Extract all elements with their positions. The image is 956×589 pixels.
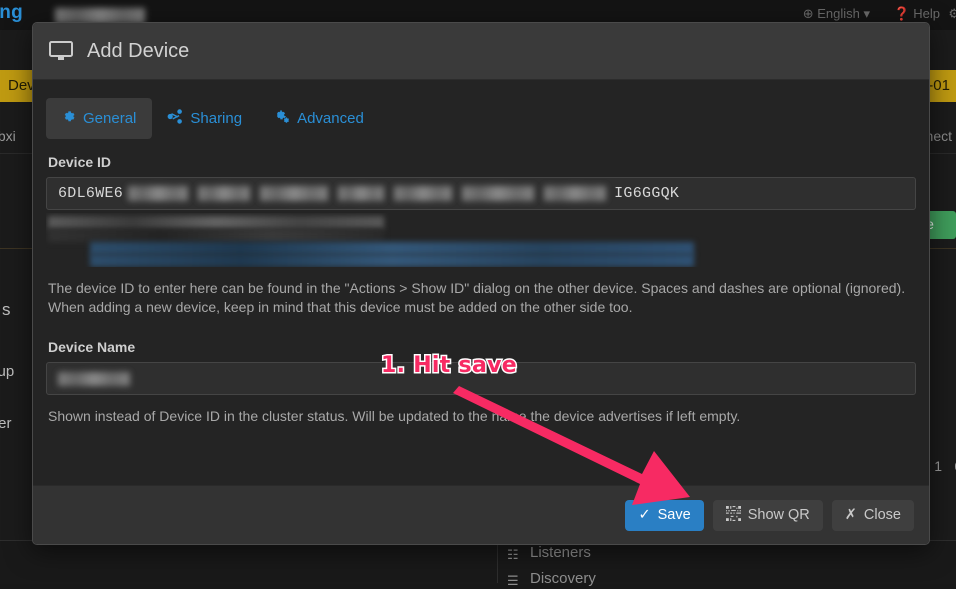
redacted-block — [58, 371, 130, 386]
device-id-value-end: IG6GGQK — [614, 185, 680, 202]
show-qr-button-label: Show QR — [747, 507, 810, 523]
listeners-icon: ☷ — [507, 547, 519, 562]
check-icon: ✓ — [638, 507, 651, 523]
bottom-status-panel — [0, 540, 956, 584]
app-brand-logo: ning — [0, 2, 23, 23]
dialog-footer: ✓ Save Show QR ✗ Close — [33, 485, 929, 544]
count-value-1: 1 — [934, 458, 942, 474]
dialog-body: General Sharing Advanced Device ID 6DL6W… — [33, 80, 929, 426]
redacted-block — [394, 186, 453, 201]
divider — [497, 540, 498, 583]
redacted-block — [338, 186, 385, 201]
dialog-title: Add Device — [87, 39, 190, 62]
tab-general[interactable]: General — [46, 98, 153, 139]
close-button[interactable]: ✗ Close — [831, 499, 914, 531]
device-id-help-text: The device ID to enter here can be found… — [48, 280, 906, 315]
discovery-label[interactable]: Discovery — [530, 570, 596, 587]
device-name-label: Device Name — [48, 339, 136, 355]
qr-icon — [725, 505, 741, 525]
tab-advanced[interactable]: Advanced — [258, 98, 380, 139]
device-id-input[interactable]: 6DL6WE6 IG6GGQK — [46, 177, 916, 210]
tab-general-label: General — [83, 110, 137, 127]
redacted-block — [128, 186, 189, 201]
discovery-icon: ☰ — [507, 573, 519, 588]
close-button-label: Close — [863, 507, 901, 523]
redacted-block — [48, 229, 384, 242]
tab-sharing[interactable]: Sharing — [152, 98, 258, 139]
redacted-block — [198, 186, 251, 201]
dialog-header: Add Device — [33, 23, 929, 80]
device-name-help-text: Shown instead of Device ID in the cluste… — [48, 408, 741, 424]
monitor-icon — [49, 41, 73, 61]
save-button[interactable]: ✓ Save — [625, 499, 704, 531]
redacted-block — [90, 254, 694, 267]
show-qr-button[interactable]: Show QR — [712, 499, 823, 531]
listeners-label[interactable]: Listeners — [530, 544, 591, 561]
device-id-value-start: 6DL6WE6 — [58, 185, 124, 202]
language-selector[interactable]: ⊕ English ▾ — [803, 6, 870, 22]
section-fragment-s: s — [2, 300, 11, 319]
close-icon: ✗ — [844, 507, 857, 523]
gear-icon[interactable]: ⚙ — [948, 6, 956, 22]
warning-bar-left-text: Dev — [8, 77, 35, 94]
redacted-block — [544, 186, 607, 201]
tab-sharing-label: Sharing — [190, 110, 243, 127]
add-device-dialog: Add Device General Sharing Advanced Devi… — [32, 22, 930, 545]
device-id-suggestion-list[interactable] — [46, 213, 916, 267]
section-fragment-backup: kup — [0, 363, 15, 380]
tab-advanced-label: Advanced — [297, 110, 364, 127]
gears-icon — [273, 109, 290, 128]
help-link[interactable]: ❓ Help — [893, 6, 940, 22]
redacted-block — [462, 186, 535, 201]
tab-bar: General Sharing Advanced — [46, 98, 916, 140]
share-icon — [167, 109, 183, 128]
gear-icon — [61, 109, 76, 128]
section-fragment-ter: ter — [0, 415, 12, 432]
device-id-fragment: fbxi — [0, 128, 16, 144]
redacted-block — [260, 186, 329, 201]
device-name-input[interactable] — [46, 362, 916, 395]
device-id-label: Device ID — [48, 154, 112, 170]
save-button-label: Save — [657, 507, 691, 523]
redacted-block — [48, 216, 384, 229]
